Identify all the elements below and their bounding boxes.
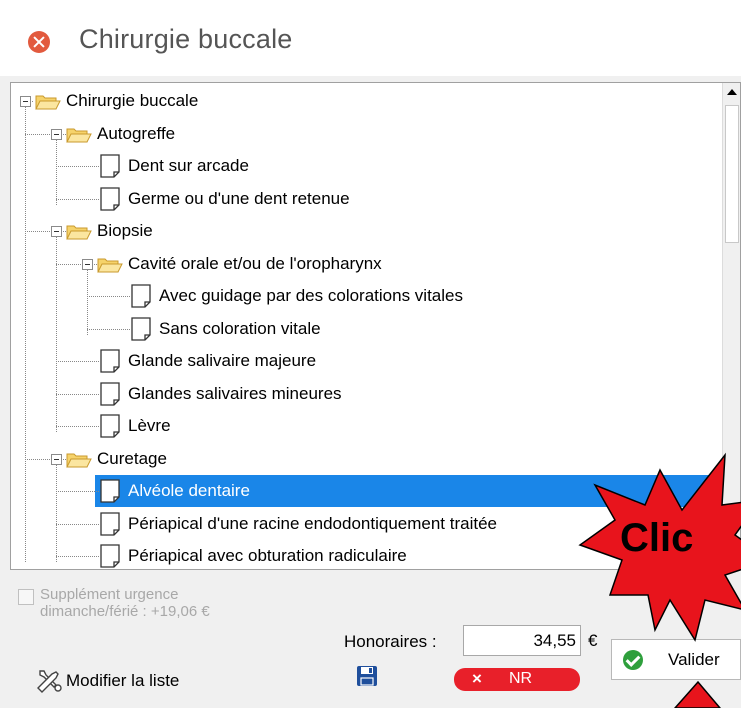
- tree-node-leaf[interactable]: Alvéole dentaire: [95, 475, 723, 507]
- tree-canvas: Chirurgie buccale Autogreffe Dent sur arca…: [11, 83, 723, 569]
- tree-node-label: Biopsie: [97, 221, 153, 240]
- tree-connector-vertical: [25, 107, 26, 563]
- tree-node-folder[interactable]: Chirurgie buccale: [63, 85, 201, 117]
- tree-node-leaf[interactable]: Lèvre: [125, 410, 174, 442]
- open-folder-icon: [66, 126, 92, 144]
- tree-node-label: Germe ou d'une dent retenue: [128, 188, 350, 208]
- tree-node-label: Cavité orale et/ou de l'oropharynx: [128, 253, 382, 273]
- tree-vertical-scrollbar[interactable]: [722, 83, 740, 569]
- collapse-toggle-icon[interactable]: [51, 453, 62, 465]
- tree-node-label: Autogreffe: [97, 123, 176, 143]
- supplement-line-1: Supplément urgence: [40, 586, 179, 603]
- honoraires-label: Honoraires :: [344, 632, 437, 651]
- tree-node-folder[interactable]: Autogreffe: [94, 118, 178, 150]
- tree-connector-horizontal: [87, 296, 130, 298]
- tree-node-label: Sans coloration vitale: [159, 318, 321, 338]
- tree-node-folder[interactable]: Cavité orale et/ou de l'oropharynx: [125, 248, 385, 280]
- nr-label: NR: [509, 670, 533, 687]
- tree-node-leaf[interactable]: Glandes salivaires mineures: [125, 378, 345, 410]
- supplement-urgence-label: Supplément urgence dimanche/férié : +19,…: [40, 586, 210, 620]
- nr-x-icon: ×: [472, 669, 482, 688]
- scroll-up-arrow-icon[interactable]: [723, 83, 740, 101]
- collapse-toggle-icon[interactable]: [51, 226, 62, 237]
- title-bar: Chirurgie buccale: [0, 0, 741, 76]
- dialog-window: Chirurgie buccale Chirurgie buccale Autog…: [0, 0, 741, 708]
- document-icon: [99, 186, 121, 211]
- validate-button[interactable]: Valider: [611, 639, 741, 680]
- collapse-toggle-icon[interactable]: [82, 258, 93, 270]
- modify-list-label: Modifier la liste: [66, 671, 180, 690]
- act-tree-view[interactable]: Chirurgie buccale Autogreffe Dent sur arca…: [10, 82, 741, 570]
- tree-node-label: Curetage: [97, 448, 167, 468]
- document-icon: [99, 511, 121, 536]
- tree-connector-horizontal: [56, 361, 99, 363]
- collapse-toggle-icon[interactable]: [51, 128, 62, 140]
- tree-connector-horizontal: [56, 523, 99, 525]
- tree-connector-vertical: [56, 237, 57, 433]
- currency-label: €: [588, 631, 598, 650]
- tree-node-folder[interactable]: Biopsie: [94, 215, 156, 247]
- tree-node-leaf[interactable]: Glande salivaire majeure: [125, 345, 319, 377]
- tree-node-label: Alvéole dentaire: [128, 481, 250, 500]
- open-folder-icon: [97, 256, 123, 274]
- document-icon: [130, 316, 152, 341]
- clic-callout-text: Clic: [620, 516, 694, 560]
- tree-node-label: Avec guidage par des colorations vitales: [159, 286, 463, 305]
- tree-node-leaf[interactable]: Germe ou d'une dent retenue: [125, 183, 353, 215]
- honoraires-input[interactable]: 34,55: [463, 625, 581, 656]
- tree-connector-vertical: [56, 139, 57, 205]
- floppy-disk-icon[interactable]: [356, 665, 378, 687]
- tree-node-leaf[interactable]: Périapical d'une racine endodontiquement…: [125, 508, 500, 540]
- tree-connector-horizontal: [56, 198, 99, 200]
- open-folder-icon: [66, 451, 92, 469]
- tree-node-leaf[interactable]: Périapical avec obturation radiculaire: [125, 540, 410, 569]
- document-icon: [99, 381, 121, 406]
- tree-connector-horizontal: [56, 426, 99, 428]
- tree-node-leaf[interactable]: Dent sur arcade: [125, 150, 252, 182]
- tools-icon: [37, 670, 62, 693]
- document-icon: [99, 154, 121, 178]
- tree-node-leaf[interactable]: Sans coloration vitale: [156, 313, 324, 345]
- tree-node-label: Périapical d'une racine endodontiquement…: [128, 513, 497, 533]
- tree-node-label: Chirurgie buccale: [66, 91, 199, 110]
- tree-connector-horizontal: [56, 491, 99, 493]
- tree-connector-horizontal: [87, 328, 130, 330]
- collapse-toggle-icon[interactable]: [20, 96, 31, 107]
- document-icon: [99, 544, 121, 568]
- open-folder-icon: [66, 223, 92, 241]
- tree-connector-horizontal: [56, 393, 99, 395]
- tree-node-label: Glande salivaire majeure: [128, 351, 317, 370]
- tree-connector-vertical: [56, 464, 57, 563]
- open-folder-icon: [35, 93, 61, 111]
- tree-connector-horizontal: [56, 556, 99, 558]
- document-icon: [99, 479, 121, 503]
- document-icon: [130, 284, 152, 308]
- close-icon[interactable]: [28, 31, 50, 53]
- supplement-line-2: dimanche/férié : +19,06 €: [40, 603, 210, 620]
- tree-node-folder[interactable]: Curetage: [94, 443, 170, 475]
- modify-list-button[interactable]: Modifier la liste: [34, 668, 179, 694]
- validate-label: Valider: [668, 650, 720, 669]
- nr-badge[interactable]: × NR: [454, 668, 580, 691]
- tree-connector-horizontal: [56, 166, 99, 168]
- document-icon: [99, 414, 121, 438]
- tree-node-label: Lèvre: [128, 416, 171, 435]
- tree-node-label: Périapical avec obturation radiculaire: [128, 546, 407, 565]
- tree-node-leaf[interactable]: Avec guidage par des colorations vitales: [156, 280, 466, 312]
- document-icon: [99, 349, 121, 373]
- tree-node-label: Glandes salivaires mineures: [128, 383, 342, 403]
- dialog-title: Chirurgie buccale: [79, 24, 293, 54]
- tree-connector-vertical: [87, 269, 88, 335]
- check-circle-icon: [623, 650, 643, 670]
- scroll-thumb[interactable]: [725, 105, 739, 243]
- supplement-urgence-checkbox[interactable]: [18, 589, 34, 605]
- tree-node-label: Dent sur arcade: [128, 156, 249, 175]
